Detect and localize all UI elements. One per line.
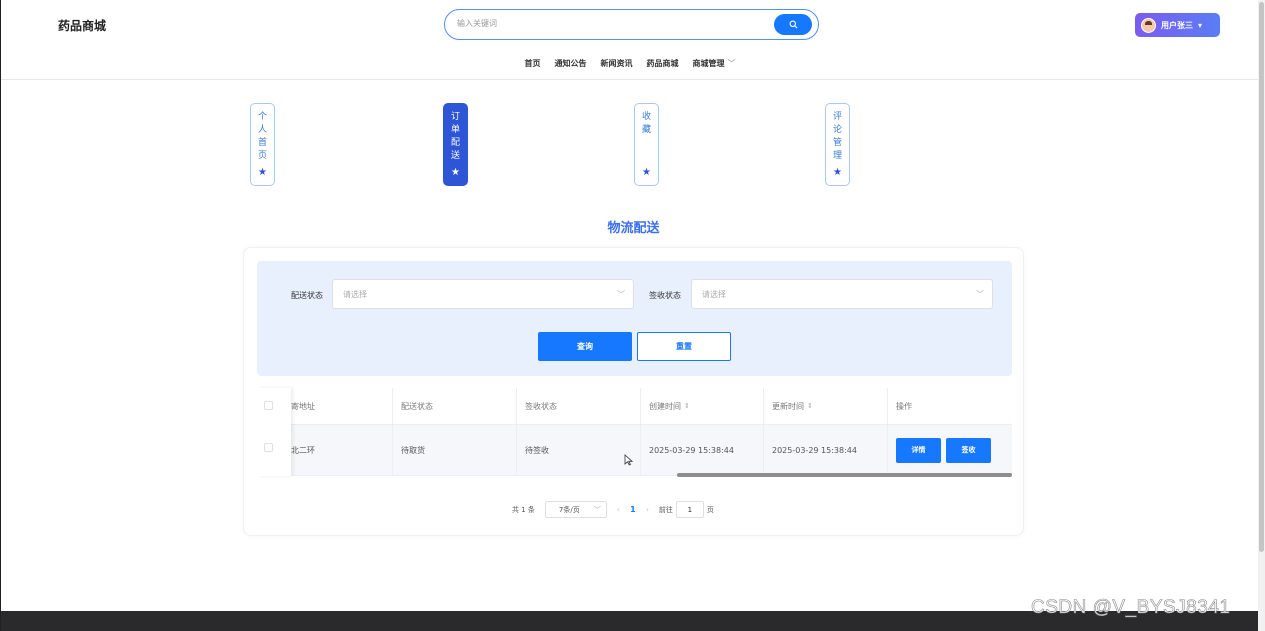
delivery-table: 寄地址 配送状态 签收状态 创建时间 ⇕ 更新时间 ⇕ 操作 北二环 待取货 待… <box>257 388 1012 479</box>
column-label: 更新时间 <box>772 401 804 411</box>
column-label: 创建时间 <box>649 401 681 411</box>
star-icon: ★ <box>451 167 460 178</box>
reset-button[interactable]: 重置 <box>637 332 731 361</box>
top-header: 药品商城 输入关键词 用户张三 ▾ 首页 通知公告 新闻资讯 药品商城 商城管理… <box>1 0 1259 80</box>
cell-created-at: 2025-03-29 15:38:44 <box>640 425 763 475</box>
row-checkbox[interactable] <box>264 443 273 452</box>
chevron-down-icon: ﹀ <box>976 290 984 299</box>
tab-label: 收藏 <box>641 112 651 135</box>
nav-item-shop[interactable]: 药品商城 <box>647 58 679 69</box>
page-number-current[interactable]: 1 <box>630 505 636 514</box>
star-icon: ★ <box>258 167 267 178</box>
table-header: 寄地址 配送状态 签收状态 创建时间 ⇕ 更新时间 ⇕ 操作 <box>257 388 1012 425</box>
search-icon <box>789 20 797 29</box>
col-address: 寄地址 <box>291 401 315 411</box>
tab-comment-management[interactable]: 评论管理 ★ <box>825 103 850 186</box>
delivery-status-label: 配送状态 <box>291 291 323 300</box>
nav-item-notices[interactable]: 通知公告 <box>555 58 587 69</box>
chevron-down-icon: ﹀ <box>593 505 601 514</box>
tab-order-delivery[interactable]: 订单配送 ★ <box>443 103 468 186</box>
star-icon: ★ <box>833 167 842 178</box>
nav-item-home[interactable]: 首页 <box>525 58 541 69</box>
next-page-button[interactable]: › <box>646 505 649 514</box>
nav-item-label: 商城管理 <box>692 59 725 68</box>
brand-title[interactable]: 药品商城 <box>58 17 106 34</box>
col-created-at[interactable]: 创建时间 ⇕ <box>640 388 763 424</box>
sort-icon[interactable]: ⇕ <box>807 402 813 410</box>
app-frame: 药品商城 输入关键词 用户张三 ▾ 首页 通知公告 新闻资讯 药品商城 商城管理… <box>0 0 1259 631</box>
goto-unit: 页 <box>706 505 714 514</box>
user-name: 用户张三 <box>1161 20 1193 30</box>
prev-page-button[interactable]: ‹ <box>617 505 620 514</box>
tab-label: 个人首页 <box>257 112 267 161</box>
select-all-checkbox[interactable] <box>264 401 273 410</box>
detail-button[interactable]: 详情 <box>896 437 941 463</box>
chevron-down-icon: ▾ <box>1198 20 1203 30</box>
star-icon: ★ <box>642 167 651 178</box>
cell-delivery-status: 待取货 <box>392 425 516 475</box>
table-horizontal-scrollbar[interactable] <box>677 473 1012 477</box>
page-title: 物流配送 <box>607 221 660 236</box>
delivery-status-select[interactable]: 请选择 ﹀ <box>332 279 634 309</box>
chevron-down-icon: ﹀ <box>727 59 736 68</box>
page-size-select[interactable]: 7条/页 ﹀ <box>544 501 607 518</box>
tab-favorites[interactable]: 收藏 ★ <box>634 103 659 186</box>
watermark: CSDN @V_BYSJ8341 <box>1031 597 1231 619</box>
delivery-card: 配送状态 请选择 ﹀ 签收状态 请选择 ﹀ 查询 重置 寄地址 配送状态 签收状… <box>243 247 1024 536</box>
col-delivery-status: 配送状态 <box>392 388 516 424</box>
select-placeholder: 请选择 <box>702 290 726 299</box>
cell-address: 北二环 <box>291 445 315 455</box>
table-row[interactable]: 北二环 待取货 待签收 2025-03-29 15:38:44 2025-03-… <box>257 425 1012 476</box>
search-input[interactable]: 输入关键词 <box>457 18 497 29</box>
nav-item-shop-management[interactable]: 商城管理 ﹀ <box>693 58 736 69</box>
sign-status-select[interactable]: 请选择 ﹀ <box>691 279 993 309</box>
pagination: 共 1 条 7条/页 ﹀ ‹ 1 › 前往 页 <box>512 501 714 518</box>
selection-column <box>257 388 291 476</box>
query-button[interactable]: 查询 <box>538 332 632 361</box>
filter-panel: 配送状态 请选择 ﹀ 签收状态 请选择 ﹀ 查询 重置 <box>257 261 1012 376</box>
main-nav: 首页 通知公告 新闻资讯 药品商城 商城管理 ﹀ <box>1 58 1259 69</box>
tab-label: 评论管理 <box>832 112 842 161</box>
tab-label: 订单配送 <box>450 112 460 161</box>
col-updated-at[interactable]: 更新时间 ⇕ <box>763 388 887 424</box>
col-sign-status: 签收状态 <box>516 388 640 424</box>
chevron-down-icon: ﹀ <box>617 290 625 299</box>
nav-item-news[interactable]: 新闻资讯 <box>601 58 633 69</box>
cell-sign-status: 待签收 <box>516 425 640 475</box>
mouse-cursor-icon <box>624 454 633 466</box>
avatar <box>1141 17 1156 33</box>
search-box[interactable]: 输入关键词 <box>444 9 819 40</box>
goto-label: 前往 <box>658 505 673 514</box>
col-actions: 操作 <box>887 388 1012 424</box>
select-placeholder: 请选择 <box>343 290 367 299</box>
sort-icon[interactable]: ⇕ <box>684 402 690 410</box>
scrollbar-thumb[interactable] <box>1259 2 1264 552</box>
tab-personal-home[interactable]: 个人首页 ★ <box>250 103 275 186</box>
sign-button[interactable]: 签收 <box>946 437 991 463</box>
sign-status-label: 签收状态 <box>649 291 681 300</box>
cell-updated-at: 2025-03-29 15:38:44 <box>763 425 887 475</box>
search-button[interactable] <box>774 14 812 35</box>
pagination-total: 共 1 条 <box>512 505 535 514</box>
page-scrollbar[interactable] <box>1258 0 1265 631</box>
page-size-value: 7条/页 <box>558 505 580 514</box>
cell-actions: 详情 签收 <box>887 425 1012 475</box>
goto-page-input[interactable] <box>675 501 704 518</box>
user-menu-button[interactable]: 用户张三 ▾ <box>1135 13 1220 37</box>
goto-page: 前往 页 <box>659 501 714 518</box>
